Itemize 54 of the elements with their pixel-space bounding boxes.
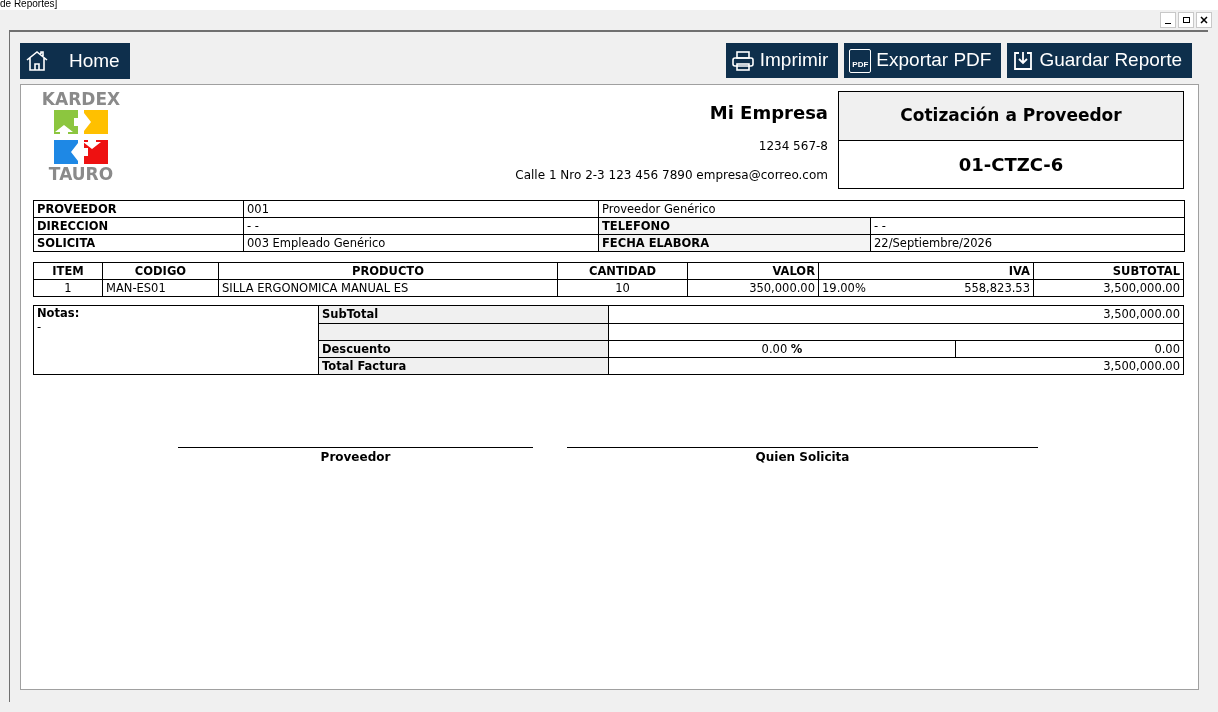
- company-name: Mi Empresa: [709, 101, 828, 125]
- table-cell: 350,000.00: [687, 279, 819, 297]
- notes-label: Notas:: [37, 306, 81, 320]
- field-label: SOLICITA: [33, 234, 244, 252]
- table-cell: 1: [33, 279, 103, 297]
- field-value: 001: [243, 200, 599, 218]
- total-label: Descuento: [319, 341, 609, 357]
- column-header: SUBTOTAL: [1033, 262, 1184, 280]
- column-header: ITEM: [33, 262, 103, 280]
- total-label: Total Factura: [319, 358, 609, 374]
- discount-percent: 0.00 %: [609, 341, 956, 357]
- field-value: 22/Septiembre/2026: [870, 234, 1185, 252]
- field-label: DIRECCION: [33, 217, 244, 235]
- close-button[interactable]: [1196, 12, 1212, 28]
- field-label: PROVEEDOR: [33, 200, 244, 218]
- document-title: Cotización a Proveedor: [839, 92, 1183, 141]
- signature-label: Proveedor: [320, 449, 391, 466]
- total-value: 3,500,000.00: [1102, 306, 1181, 323]
- window-title: de Reportes]: [0, 0, 58, 10]
- home-icon: [25, 49, 49, 73]
- toolbar-button[interactable]: PDF Exportar PDF: [844, 43, 1002, 78]
- field-value: - -: [243, 217, 599, 235]
- logo-drawing: KARDEX TAURO: [40, 91, 122, 186]
- field-value: Proveedor Genérico: [598, 200, 1185, 218]
- document-number: 01-CTZC-6: [957, 153, 1065, 177]
- home-button[interactable]: Home: [20, 43, 130, 79]
- printer-icon: [730, 49, 755, 72]
- column-header: VALOR: [687, 262, 819, 280]
- company-id: 1234 567-8: [758, 138, 828, 155]
- column-header: PRODUCTO: [218, 262, 558, 280]
- field-value: 003 Empleado Genérico: [243, 234, 599, 252]
- tax-amount: 558,823.53: [964, 280, 1030, 296]
- toolbar-button[interactable]: Guardar Reporte: [1007, 43, 1192, 78]
- notes-text: -: [37, 320, 43, 334]
- total-value: 3,500,000.00: [1102, 358, 1181, 374]
- table-cell: 3,500,000.00: [1033, 279, 1184, 297]
- toolbar-button[interactable]: Imprimir: [725, 43, 839, 78]
- download-icon: [1012, 49, 1035, 72]
- table-cell: SILLA ERGONOMICA MANUAL ES: [218, 279, 558, 297]
- discount-value: 0.00: [1153, 341, 1181, 357]
- total-label: SubTotal: [319, 306, 609, 323]
- column-header: CODIGO: [102, 262, 219, 280]
- close-icon: [1200, 16, 1208, 24]
- pdf-file-icon: PDF: [849, 48, 872, 73]
- company-contact: Calle 1 Nro 2-3 123 456 7890 empresa@correo.com: [515, 167, 828, 184]
- restore-button[interactable]: [1178, 12, 1194, 28]
- field-value: - -: [870, 217, 1185, 235]
- column-header: CANTIDAD: [557, 262, 688, 280]
- tax-rate: 19.00%: [822, 280, 866, 296]
- column-header: IVA: [818, 262, 1034, 280]
- minimize-button[interactable]: [1160, 12, 1176, 28]
- table-cell: MAN-ES01: [102, 279, 219, 297]
- signature-label: Quien Solicita: [755, 449, 850, 466]
- table-cell: 10: [557, 279, 688, 297]
